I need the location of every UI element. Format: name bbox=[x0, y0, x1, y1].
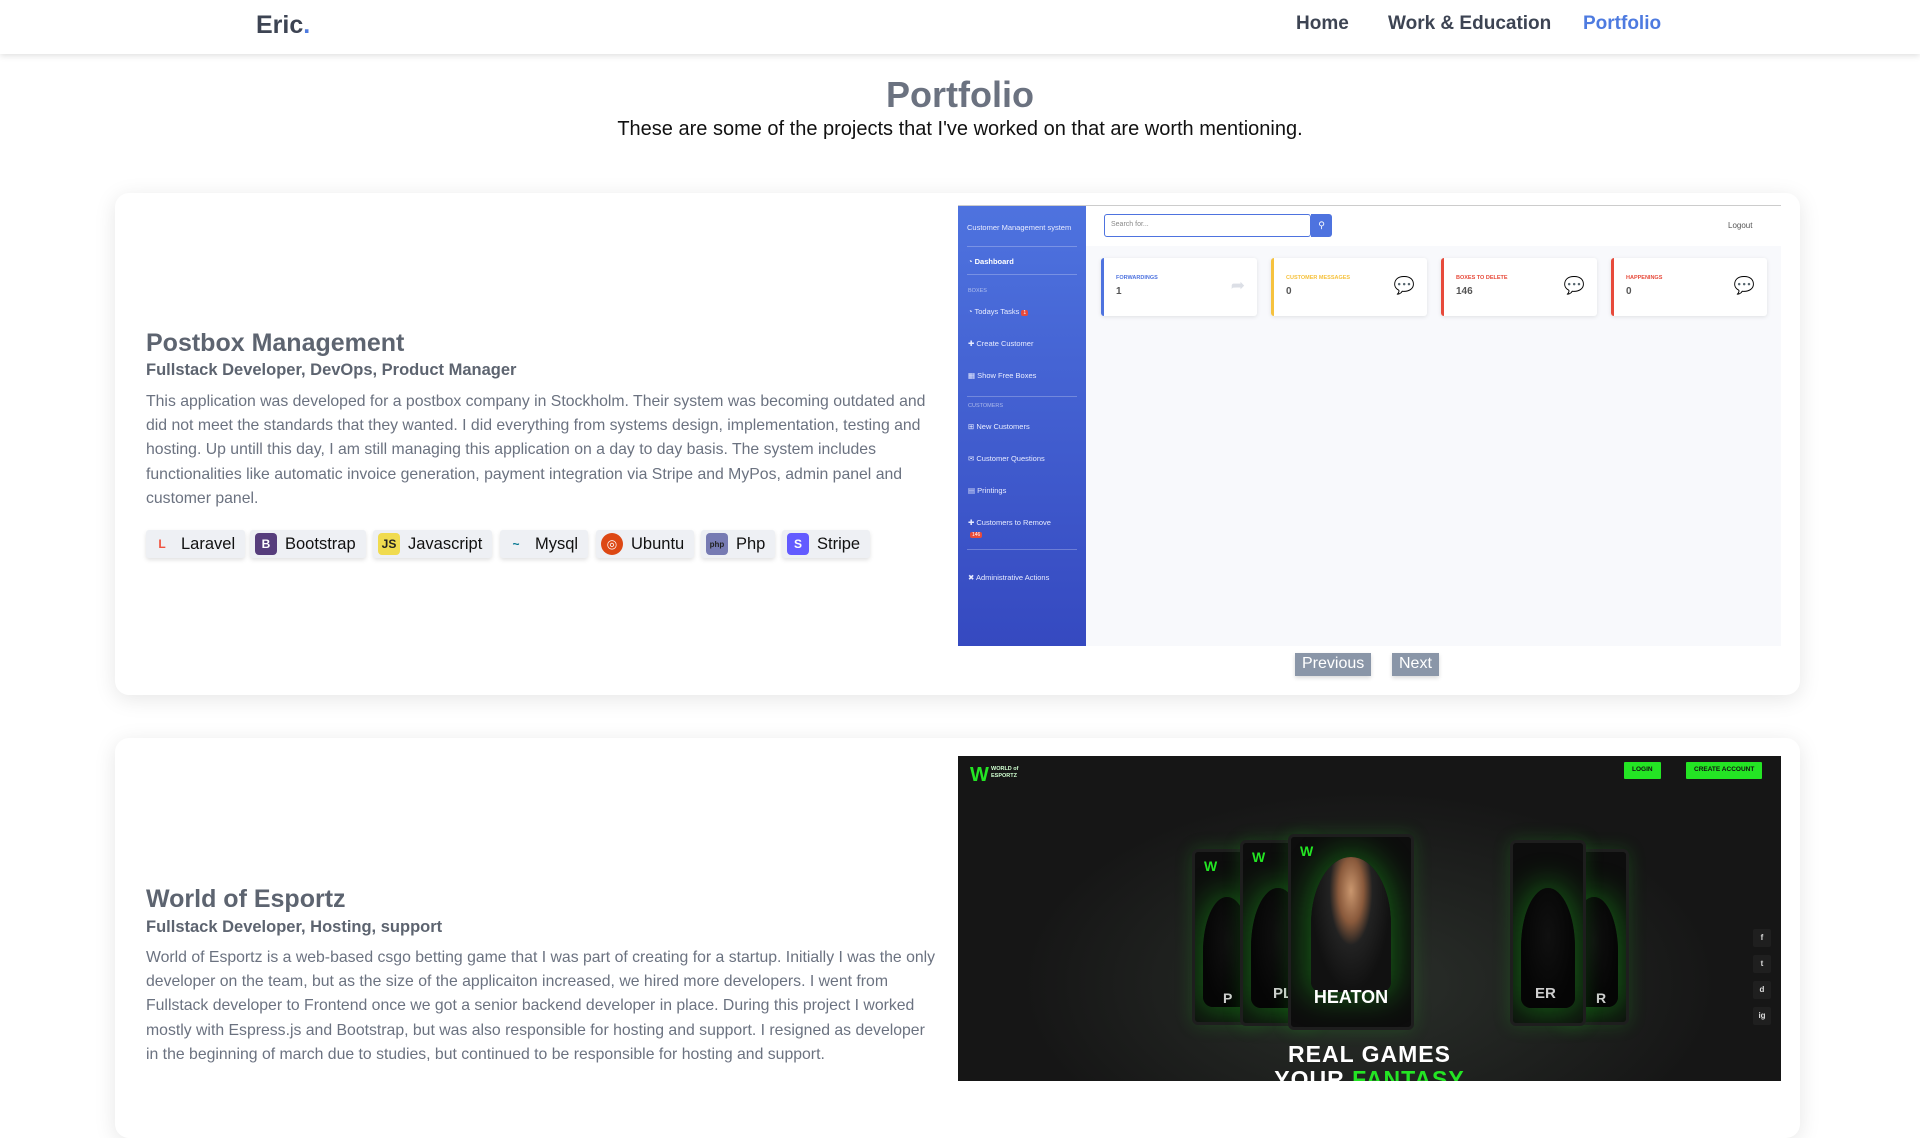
sidebar-divider bbox=[967, 396, 1077, 397]
project-screenshot-dashboard: Customer Management system ◔ Dashboard B… bbox=[958, 205, 1781, 646]
forward-icon: ➦ bbox=[1230, 276, 1245, 295]
brand-logo[interactable]: Eric. bbox=[256, 11, 310, 40]
esportz-logo-icon: W bbox=[970, 764, 989, 786]
stat-card: FORWARDINGS 1 ➦ bbox=[1101, 258, 1257, 316]
sidebar-heading: BOXES bbox=[968, 288, 987, 294]
sidebar-item-printings: ▤ Printings bbox=[968, 486, 1007, 495]
twitter-icon: t bbox=[1753, 955, 1771, 973]
page-title: Portfolio bbox=[886, 74, 1034, 115]
stat-card: BOXES TO DELETE 146 💬 bbox=[1441, 258, 1597, 316]
sidebar-divider bbox=[967, 549, 1077, 550]
tech-badge-php: php Php bbox=[701, 530, 776, 558]
stat-card: CUSTOMER MESSAGES 0 💬 bbox=[1271, 258, 1427, 316]
discord-icon: d bbox=[1753, 981, 1771, 999]
tech-badge-mysql: ~ Mysql bbox=[500, 530, 589, 558]
nav-home[interactable]: Home bbox=[1296, 13, 1349, 35]
project-title: Postbox Management bbox=[146, 329, 405, 357]
stat-value: 1 bbox=[1116, 286, 1122, 297]
stat-card: HAPPENINGS 0 💬 bbox=[1611, 258, 1767, 316]
sidebar-brand: Customer Management system bbox=[967, 223, 1072, 232]
tech-badge-stripe: S Stripe bbox=[782, 530, 871, 558]
sidebar-item-dashboard: ◔ Dashboard bbox=[968, 257, 1014, 266]
previous-button[interactable]: Previous bbox=[1295, 653, 1372, 676]
facebook-icon: f bbox=[1753, 929, 1771, 947]
ubuntu-icon: ◎ bbox=[601, 533, 623, 555]
project-description: This application was developed for a pos… bbox=[146, 393, 926, 507]
stat-label: CUSTOMER MESSAGES bbox=[1286, 275, 1351, 281]
comments-icon: 💬 bbox=[1733, 276, 1755, 295]
project-role: Fullstack Developer, Hosting, support bbox=[146, 918, 443, 936]
stripe-icon: S bbox=[787, 533, 809, 555]
tech-label: Php bbox=[736, 534, 766, 553]
stat-label: BOXES TO DELETE bbox=[1456, 275, 1508, 281]
project-screenshot-esportz: W WORLD of ESPORTZ LOGIN CREATE ACCOUNT W… bbox=[958, 756, 1781, 1081]
tech-label: Mysql bbox=[535, 534, 579, 553]
stat-label: FORWARDINGS bbox=[1116, 275, 1158, 281]
stat-value: 146 bbox=[1456, 286, 1473, 297]
player-card-featured: W HEATON bbox=[1288, 834, 1414, 1030]
sidebar-heading: CUSTOMERS bbox=[968, 403, 1004, 409]
sidebar-item-free-boxes: ▦ Show Free Boxes bbox=[968, 371, 1037, 380]
sidebar-item-remove-badge: 146 bbox=[970, 532, 983, 538]
javascript-icon: JS bbox=[378, 533, 400, 555]
next-button[interactable]: Next bbox=[1392, 653, 1439, 676]
instagram-icon: ig bbox=[1753, 1007, 1771, 1025]
stat-value: 0 bbox=[1626, 286, 1632, 297]
laravel-icon: L bbox=[158, 537, 166, 551]
tech-badge-bootstrap: B Bootstrap bbox=[250, 530, 366, 558]
page-subtitle: These are some of the projects that I've… bbox=[617, 118, 1303, 140]
sidebar-item-customer-questions: ✉ Customer Questions bbox=[968, 454, 1045, 463]
sidebar-item-todays-tasks: ◔ Todays Tasks 1 bbox=[968, 307, 1029, 316]
nav-portfolio[interactable]: Portfolio bbox=[1583, 13, 1661, 35]
sidebar-item-customers-to-remove: ✚ Customers to Remove bbox=[968, 518, 1051, 527]
php-icon: php bbox=[706, 533, 728, 555]
tech-label: Bootstrap bbox=[285, 534, 356, 553]
search-icon: ⚲ bbox=[1311, 214, 1332, 237]
esportz-headline-2: YOUR FANTASY bbox=[1274, 1066, 1465, 1081]
dashboard-search: Search for... bbox=[1104, 214, 1311, 237]
esportz-create-account-button: CREATE ACCOUNT bbox=[1686, 762, 1763, 779]
esportz-headline: REAL GAMES bbox=[1288, 1041, 1451, 1067]
tech-badge-ubuntu: ◎ Ubuntu bbox=[596, 530, 695, 558]
tech-label: Laravel bbox=[181, 534, 236, 553]
sidebar-item-create-customer: ✚ Create Customer bbox=[968, 339, 1034, 348]
dashboard-logout: Logout bbox=[1728, 221, 1753, 230]
comments-icon: 💬 bbox=[1393, 276, 1415, 295]
mysql-icon: ~ bbox=[512, 537, 520, 551]
nav-work-education[interactable]: Work & Education bbox=[1388, 13, 1551, 35]
project-description: World of Esportz is a web-based csgo bet… bbox=[146, 949, 936, 1063]
player-card: ER bbox=[1510, 840, 1586, 1026]
tech-label: Javascript bbox=[408, 534, 483, 553]
tech-badge-laravel: L Laravel bbox=[146, 530, 246, 558]
sidebar-divider bbox=[967, 274, 1077, 275]
tech-label: Stripe bbox=[817, 534, 861, 553]
navbar: Eric. Home Work & Education Portfolio bbox=[0, 0, 1920, 54]
sidebar-item-admin-actions: ✖ Administrative Actions bbox=[968, 573, 1050, 582]
project-role: Fullstack Developer, DevOps, Product Man… bbox=[146, 361, 517, 379]
esportz-login-button: LOGIN bbox=[1624, 762, 1661, 779]
tech-badge-javascript: JS Javascript bbox=[373, 530, 493, 558]
bootstrap-icon: B bbox=[255, 533, 277, 555]
sidebar-item-new-customers: ⊞ New Customers bbox=[968, 422, 1030, 431]
sidebar-divider bbox=[967, 246, 1077, 247]
comments-icon: 💬 bbox=[1563, 276, 1585, 295]
project-title: World of Esportz bbox=[146, 885, 346, 913]
stat-value: 0 bbox=[1286, 286, 1292, 297]
esportz-logo-text: WORLD of ESPORTZ bbox=[991, 766, 1019, 779]
tech-label: Ubuntu bbox=[631, 534, 685, 553]
dashboard-sidebar: Customer Management system ◔ Dashboard B… bbox=[958, 206, 1086, 646]
stat-label: HAPPENINGS bbox=[1626, 275, 1663, 281]
